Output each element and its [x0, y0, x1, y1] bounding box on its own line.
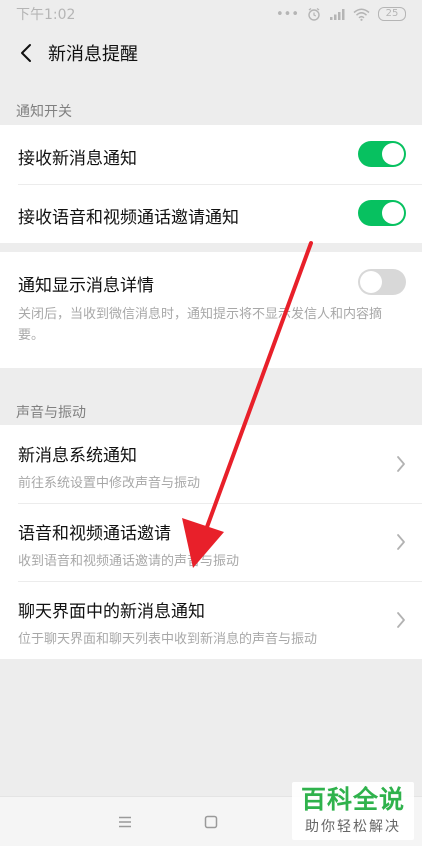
- row-chat-new-msg-subtitle: 位于聊天界面和聊天列表中收到新消息的声音与振动: [18, 632, 318, 647]
- page-title: 新消息提醒: [48, 44, 138, 65]
- detail-description: 关闭后，当收到微信消息时，通知提示将不显示发信人和内容摘要。: [18, 307, 383, 343]
- toggle-knob: [382, 202, 404, 224]
- row-receive-new-msg[interactable]: 接收新消息通知: [0, 125, 422, 184]
- back-arrow-icon: [21, 44, 31, 62]
- watermark-sub-text: 助你轻松解决: [305, 818, 401, 835]
- menu-icon: [119, 816, 131, 828]
- section-label-notify-switch: 通知开关: [16, 104, 72, 120]
- more-dots-icon: •••: [275, 6, 299, 22]
- row-receive-call-invite-label: 接收语音和视频通话邀请通知: [18, 208, 239, 228]
- section-label-sound-vibration: 声音与振动: [16, 405, 86, 421]
- alarm-icon: [308, 7, 320, 21]
- row-receive-new-msg-label: 接收新消息通知: [18, 149, 137, 169]
- status-bar: 下午1:02 ••• 25: [0, 0, 422, 28]
- row-call-invite-sound[interactable]: 语音和视频通话邀请 收到语音和视频通话邀请的声音与振动: [0, 503, 422, 581]
- row-chat-new-msg[interactable]: 聊天界面中的新消息通知 位于聊天界面和聊天列表中收到新消息的声音与振动: [0, 581, 422, 659]
- home-icon: [204, 815, 218, 829]
- sound-vibration-block: 新消息系统通知 前往系统设置中修改声音与振动 语音和视频通话邀请 收到语音和视频…: [0, 425, 422, 659]
- battery-icon: 25: [378, 7, 406, 21]
- toggle-knob: [360, 271, 382, 293]
- row-show-msg-detail[interactable]: 通知显示消息详情: [0, 252, 422, 312]
- chevron-right-icon: [397, 534, 405, 550]
- status-time: 下午1:02: [16, 7, 76, 23]
- toggle-knob: [382, 143, 404, 165]
- toggle-receive-new-msg[interactable]: [358, 141, 406, 167]
- toggle-receive-call-invite[interactable]: [358, 200, 406, 226]
- status-icons: ••• 25: [276, 7, 406, 22]
- home-button[interactable]: [200, 811, 222, 833]
- menu-button[interactable]: [114, 811, 136, 833]
- header: 新消息提醒: [0, 28, 422, 78]
- toggle-show-msg-detail[interactable]: [358, 269, 406, 295]
- watermark-main-text: 百科全说: [300, 785, 405, 815]
- row-call-invite-sound-subtitle: 收到语音和视频通话邀请的声音与振动: [18, 554, 240, 569]
- row-call-invite-sound-title: 语音和视频通话邀请: [18, 524, 171, 544]
- chevron-right-icon: [397, 612, 405, 628]
- detail-block: 通知显示消息详情 关闭后，当收到微信消息时，通知提示将不显示发信人和内容摘要。: [0, 252, 422, 368]
- row-system-notify-title: 新消息系统通知: [18, 446, 137, 466]
- row-system-notify-subtitle: 前往系统设置中修改声音与振动: [18, 476, 201, 491]
- back-button[interactable]: [8, 35, 44, 71]
- notify-switch-block: 接收新消息通知 接收语音和视频通话邀请通知: [0, 125, 422, 243]
- watermark-logo: 百科全说 助你轻松解决: [292, 782, 414, 840]
- row-chat-new-msg-title: 聊天界面中的新消息通知: [18, 602, 205, 622]
- row-system-notify[interactable]: 新消息系统通知 前往系统设置中修改声音与振动: [0, 425, 422, 503]
- wifi-icon: [353, 8, 370, 21]
- row-show-msg-detail-label: 通知显示消息详情: [18, 276, 154, 296]
- row-receive-call-invite[interactable]: 接收语音和视频通话邀请通知: [0, 184, 422, 243]
- chevron-right-icon: [397, 456, 405, 472]
- signal-icon: [330, 8, 345, 20]
